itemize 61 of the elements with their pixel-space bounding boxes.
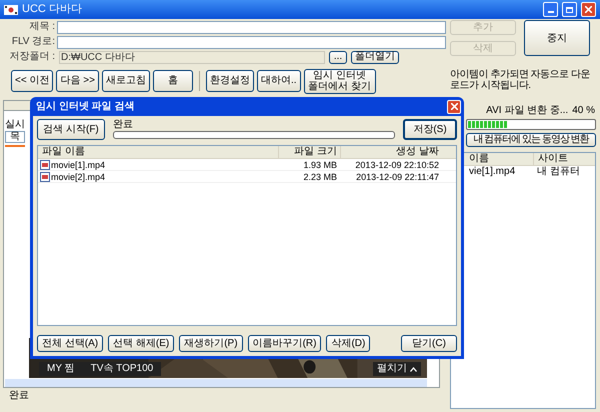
- table-cell-text: 1.93 MB: [302, 159, 338, 170]
- column-header[interactable]: 생성 날짜: [340, 146, 442, 158]
- notice-text: 아이템이 추가되면 자동으로 다운로드가 시작됩니다.: [450, 69, 591, 91]
- toolbar-button[interactable]: 다음 >>: [56, 70, 99, 92]
- column-header[interactable]: 파일 크기: [278, 146, 340, 158]
- status-text: 완료: [9, 390, 30, 402]
- minimize-button[interactable]: [543, 2, 558, 17]
- close-button[interactable]: [581, 2, 596, 17]
- action-button[interactable]: 이름바꾸기(R): [248, 335, 322, 352]
- table-cell-text: 2013-12-09 22:10:52: [354, 159, 440, 170]
- toolbar-button[interactable]: 새로고침: [102, 70, 150, 92]
- chevron-up-icon: [410, 366, 417, 372]
- action-button[interactable]: 전체 선택(A): [37, 335, 104, 352]
- field-label: FLV 경로:: [10, 36, 55, 48]
- page-nav-link[interactable]: TV속 TOP100: [82, 362, 162, 376]
- restore-icon: [566, 6, 573, 12]
- browse-button[interactable]: ...: [329, 50, 347, 64]
- search-start-button[interactable]: 검색 시작(F): [37, 119, 105, 140]
- file-name: movie[2].mp4: [51, 170, 106, 182]
- open-folder-button[interactable]: 폴더열기: [351, 50, 399, 64]
- minimize-icon: [548, 11, 554, 13]
- close-button[interactable]: [447, 100, 461, 114]
- dialog-title: 임시 인터넷 파일 검색: [36, 100, 136, 114]
- file-name: movie[1].mp4: [51, 158, 106, 170]
- conversion-status: AVI 파일 변환 중...: [486, 105, 568, 116]
- field-label: 제목 :: [28, 21, 55, 33]
- column-header[interactable]: 사이트: [533, 153, 595, 165]
- action-button[interactable]: 삭제(D): [326, 335, 370, 352]
- flag-icon: [4, 4, 18, 14]
- restore-button[interactable]: [562, 2, 577, 17]
- tab-button[interactable]: 목: [5, 131, 25, 143]
- close-dialog-button[interactable]: 닫기(C): [401, 335, 457, 352]
- column-header[interactable]: 이름: [469, 153, 489, 164]
- toolbar-button[interactable]: 홈: [152, 70, 193, 92]
- horizontal-scrollbar[interactable]: [5, 379, 427, 387]
- action-button[interactable]: 재생하기(P): [179, 335, 243, 352]
- table-cell-text: 내 컴퓨터: [536, 166, 581, 178]
- section-label: 실시: [5, 119, 26, 130]
- text-field[interactable]: [57, 20, 446, 34]
- toolbar-button[interactable]: 대하여..: [256, 70, 300, 92]
- stop-button[interactable]: 중지: [524, 20, 590, 56]
- toolbar-button[interactable]: 임시 인터넷 폴더에서 찾기: [304, 68, 376, 94]
- field-label: 저장폴더 :: [8, 51, 55, 63]
- table-cell-text: 2013-12-09 22:11:47: [355, 171, 440, 182]
- close-icon: [585, 6, 592, 13]
- toolbar-button[interactable]: 환경설정: [206, 70, 254, 92]
- expand-link[interactable]: 펼치기: [373, 362, 421, 376]
- action-button[interactable]: 선택 해제(E): [108, 335, 174, 352]
- table-cell: vie[1].mp4: [469, 166, 516, 177]
- window-title: UCC 다바다: [22, 2, 82, 18]
- save-button[interactable]: 저장(S): [403, 119, 457, 140]
- percent-text: 40 %: [572, 105, 595, 116]
- folder-field[interactable]: D:₩UCC 다바다: [59, 50, 325, 64]
- search-status: 완료: [113, 119, 134, 130]
- page-nav-link[interactable]: MY 찜: [39, 362, 83, 376]
- column-header[interactable]: 파일 이름: [38, 146, 278, 158]
- text-field[interactable]: [57, 36, 446, 48]
- toolbar-button[interactable]: << 이전: [11, 70, 54, 92]
- table-cell-text: 2.23 MB: [302, 171, 338, 182]
- close-icon: [450, 103, 458, 110]
- convert-button[interactable]: 내 컴퓨터에 있는 동영상 변환: [466, 133, 596, 147]
